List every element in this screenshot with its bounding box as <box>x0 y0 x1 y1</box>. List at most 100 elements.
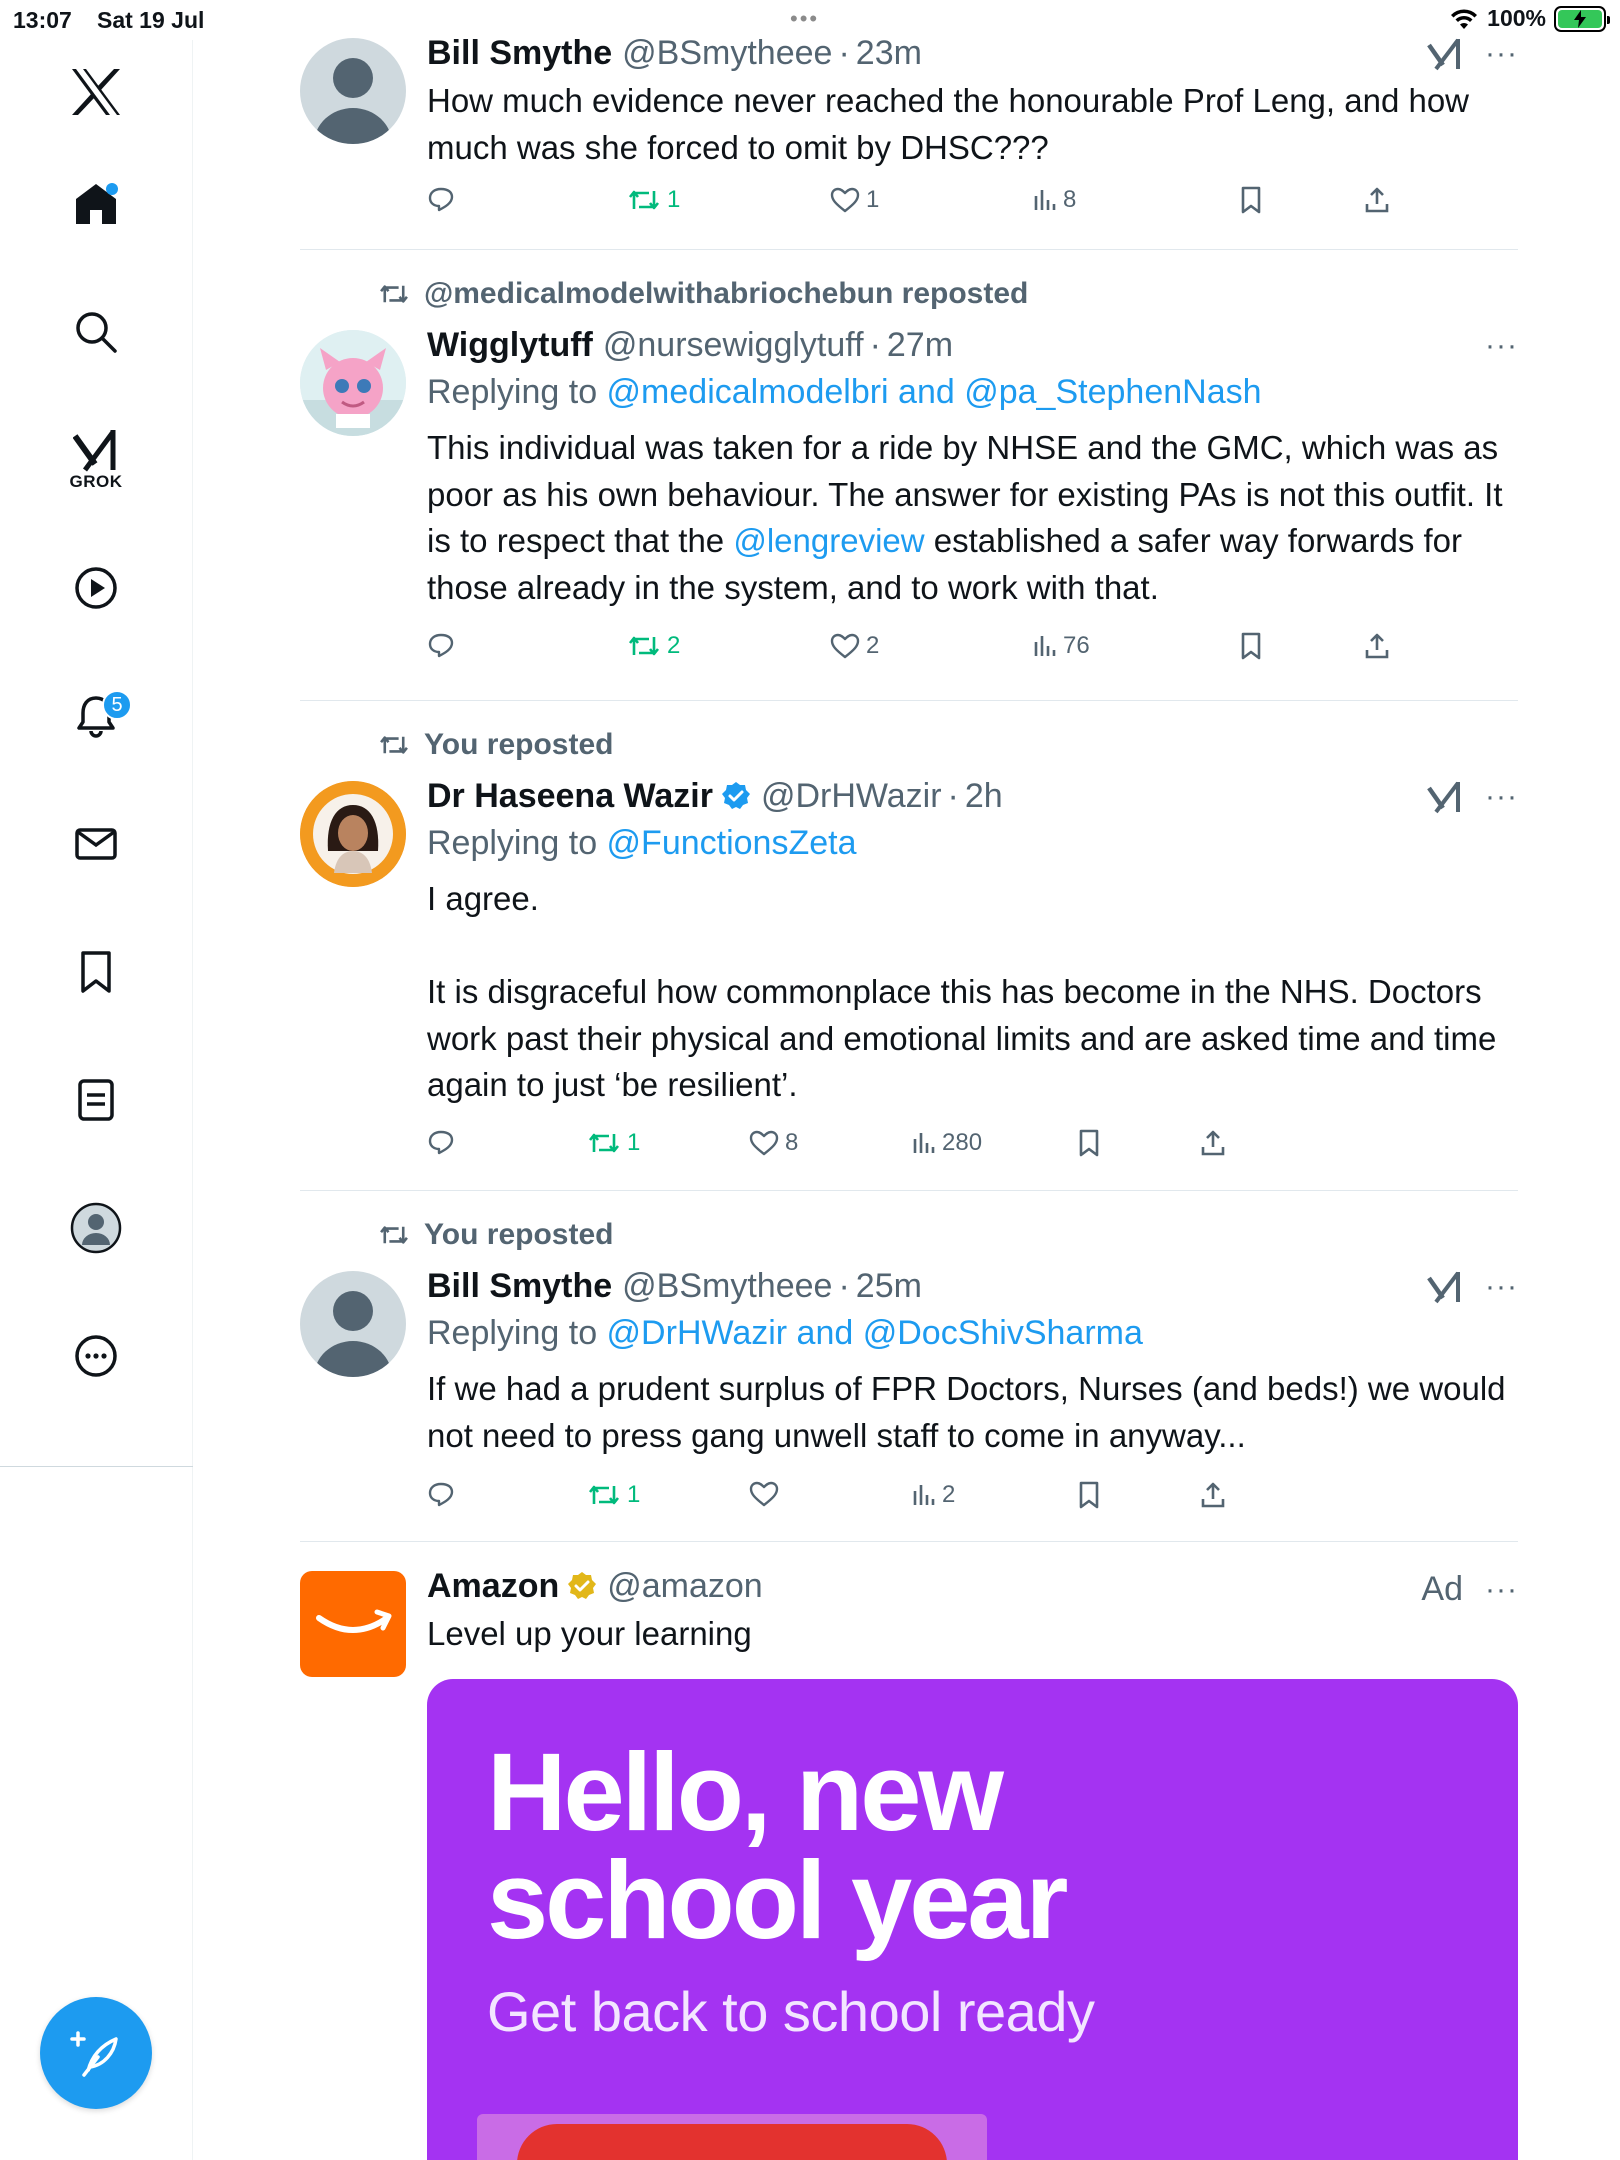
post-time[interactable]: 27m <box>887 326 953 365</box>
bookmark-button[interactable] <box>1239 632 1263 660</box>
post-time[interactable]: 25m <box>856 1267 922 1306</box>
reply-button[interactable] <box>427 1481 455 1507</box>
compose-post-button[interactable] <box>40 1997 152 2109</box>
avatar[interactable] <box>300 1271 406 1377</box>
repost-button[interactable]: 1 <box>587 1481 640 1509</box>
repost-label[interactable]: You reposted <box>424 1218 613 1252</box>
replying-to-link[interactable]: @medicalmodelbri and @pa_StephenNash <box>607 373 1262 411</box>
like-button[interactable]: 8 <box>749 1129 798 1157</box>
reply-icon <box>428 187 454 212</box>
sidebar-item-bookmarks[interactable] <box>48 924 144 1020</box>
heart-icon <box>749 1130 779 1156</box>
author-handle[interactable]: @DrHWazir <box>761 777 942 816</box>
sidebar-item-video[interactable] <box>48 540 144 636</box>
reply-icon <box>428 1482 454 1507</box>
like-button[interactable]: 1 <box>830 186 879 214</box>
views-button[interactable]: 8 <box>1033 186 1076 214</box>
post-header: Bill Smythe @BSmytheee · 25m <box>427 1266 922 1306</box>
multitasking-handle[interactable]: ••• <box>790 6 819 32</box>
sidebar-item-grok[interactable]: GROK <box>48 412 144 508</box>
avatar[interactable] <box>300 1571 406 1677</box>
post-text: If we had a prudent surplus of FPR Docto… <box>427 1370 1515 1454</box>
sidebar-divider <box>0 1466 193 1467</box>
sidebar-item-search[interactable] <box>48 284 144 380</box>
author-handle[interactable]: @BSmytheee <box>622 1267 832 1306</box>
share-button[interactable] <box>1363 632 1391 660</box>
sidebar-item-messages[interactable] <box>48 796 144 892</box>
post-actions: 2 2 76 <box>427 632 1518 672</box>
sidebar-item-more[interactable] <box>48 1308 144 1404</box>
replying-to: Replying to @DrHWazir and @DocShivSharma <box>427 1314 1143 1352</box>
replying-to-link[interactable]: @DrHWazir and @DocShivSharma <box>607 1314 1143 1352</box>
like-button[interactable] <box>749 1481 785 1507</box>
share-button[interactable] <box>1199 1129 1227 1157</box>
like-button[interactable]: 2 <box>830 632 879 660</box>
repost-icon <box>380 1226 408 1244</box>
more-options-button[interactable]: ··· <box>1485 1573 1518 1607</box>
reply-button[interactable] <box>427 186 455 212</box>
ad-media-card[interactable]: Hello, new school year Get back to schoo… <box>427 1679 1518 2160</box>
reply-button[interactable] <box>427 632 455 658</box>
sidebar-item-notifications[interactable]: 5 <box>48 668 144 764</box>
author-name[interactable]: Dr Haseena Wazir <box>427 777 713 816</box>
sidebar-item-lists[interactable] <box>48 1052 144 1148</box>
views-button[interactable]: 76 <box>1033 632 1090 660</box>
bookmark-button[interactable] <box>1077 1129 1101 1157</box>
author-name[interactable]: Bill Smythe <box>427 1267 612 1306</box>
replying-to-link[interactable]: @FunctionsZeta <box>607 824 857 862</box>
reply-button[interactable] <box>427 1129 455 1155</box>
repost-button[interactable]: 1 <box>627 186 680 214</box>
views-button[interactable]: 280 <box>912 1129 982 1157</box>
list-icon <box>78 1079 114 1121</box>
bookmark-button[interactable] <box>1239 186 1263 214</box>
share-icon <box>1365 633 1389 659</box>
sidebar-item-profile[interactable] <box>48 1180 144 1276</box>
repost-icon <box>628 190 660 210</box>
bookmark-icon <box>1241 632 1261 660</box>
author-name[interactable]: Wigglytuff <box>427 326 593 365</box>
share-button[interactable] <box>1199 1481 1227 1509</box>
share-button[interactable] <box>1363 186 1391 214</box>
grok-icon[interactable] <box>1427 780 1463 814</box>
status-right: 100% <box>1449 5 1610 32</box>
author-handle[interactable]: @nursewigglytuff <box>603 326 864 365</box>
post-text: This individual was taken for a ride by … <box>427 429 1512 606</box>
author-name[interactable]: Amazon <box>427 1567 559 1606</box>
bookmark-button[interactable] <box>1077 1481 1101 1509</box>
heart-icon <box>749 1481 779 1507</box>
repost-button[interactable]: 2 <box>627 632 680 660</box>
repost-icon <box>380 736 408 754</box>
grok-icon[interactable] <box>1427 1270 1463 1304</box>
post-text: How much evidence never reached the hono… <box>427 82 1479 166</box>
repost-indicator: You reposted <box>378 728 613 762</box>
avatar[interactable] <box>300 330 406 436</box>
post-divider <box>300 1541 1518 1542</box>
repost-label[interactable]: You reposted <box>424 728 613 762</box>
views-button[interactable]: 2 <box>912 1481 955 1509</box>
post-text: Level up your learning <box>427 1615 752 1652</box>
author-handle[interactable]: @amazon <box>607 1567 762 1606</box>
more-options-button[interactable]: ··· <box>1485 1270 1518 1304</box>
reply-icon <box>428 1130 454 1155</box>
ad-label: Ad <box>1421 1570 1464 1608</box>
grok-icon[interactable] <box>1427 37 1463 71</box>
sidebar-item-home[interactable] <box>48 156 144 252</box>
more-options-button[interactable]: ··· <box>1485 780 1518 814</box>
author-handle[interactable]: @BSmytheee <box>622 34 832 73</box>
repost-count: 1 <box>627 1481 641 1508</box>
post-header: Dr Haseena Wazir @DrHWazir · 2h <box>427 776 1003 816</box>
repost-label[interactable]: @medicalmodelwithabriochebun reposted <box>424 277 1028 311</box>
share-icon <box>1201 1482 1225 1508</box>
avatar[interactable] <box>300 781 406 887</box>
avatar[interactable] <box>300 38 406 144</box>
more-options-button[interactable]: ··· <box>1485 37 1518 71</box>
author-name[interactable]: Bill Smythe <box>427 34 612 73</box>
mention-link[interactable]: @lengreview <box>733 522 924 559</box>
ad-headline: Hello, new school year <box>487 1731 1068 1962</box>
x-logo-icon[interactable] <box>48 44 144 140</box>
post-time[interactable]: 2h <box>965 777 1003 816</box>
more-options-button[interactable]: ··· <box>1485 329 1518 363</box>
view-count: 2 <box>942 1481 956 1508</box>
post-time[interactable]: 23m <box>856 34 922 73</box>
repost-button[interactable]: 1 <box>587 1129 640 1157</box>
